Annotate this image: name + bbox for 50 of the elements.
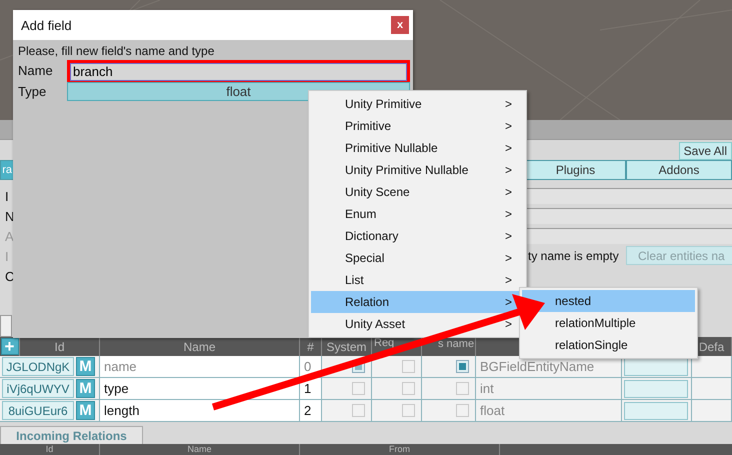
checkbox[interactable] xyxy=(456,404,469,417)
menu-item[interactable]: Unity Scene > xyxy=(311,181,524,203)
column-header: Name xyxy=(183,340,216,354)
tab[interactable]: Addons xyxy=(626,160,732,180)
table-cell: name xyxy=(100,356,300,378)
column-header: s name xyxy=(438,338,474,350)
prompt-text: Please, fill new field's name and type xyxy=(18,44,216,60)
column-header: From xyxy=(389,444,410,455)
table-cell: 2 xyxy=(300,400,322,422)
menu-item[interactable]: Dictionary > xyxy=(311,225,524,247)
menu-item[interactable]: Primitive > xyxy=(311,115,524,137)
field-label: Name xyxy=(18,63,54,78)
name-field[interactable]: branch xyxy=(70,62,407,80)
field-label: Type xyxy=(18,84,48,99)
checkbox[interactable] xyxy=(352,382,365,395)
table-cell: type xyxy=(100,378,300,400)
menu-item[interactable]: relationSingle xyxy=(522,334,695,356)
tab[interactable]: Plugins xyxy=(525,160,626,180)
column-header: Name xyxy=(187,444,212,455)
default-value-button[interactable] xyxy=(624,402,688,420)
window-title: Add field xyxy=(21,18,72,32)
checkbox[interactable] xyxy=(402,382,415,395)
menu-item[interactable]: Enum > xyxy=(311,203,524,225)
column-header: Id xyxy=(54,340,64,354)
menu-item[interactable]: Primitive Nullable > xyxy=(311,137,524,159)
field-label: C xyxy=(4,268,16,284)
id-button[interactable]: 8uiGUEur6 xyxy=(2,401,74,420)
save-all-button[interactable]: Save All xyxy=(678,142,732,160)
field-label: I xyxy=(4,188,10,204)
close-button[interactable]: x xyxy=(391,16,409,34)
column-header: Id xyxy=(46,444,54,455)
id-button[interactable]: iVj6qUWYV xyxy=(2,379,74,398)
field-label: A xyxy=(4,228,15,244)
menu-item[interactable]: nested xyxy=(522,290,695,312)
menu-item[interactable]: Unity Primitive Nullable > xyxy=(311,159,524,181)
table-cell: float xyxy=(476,400,622,422)
column-header: # xyxy=(307,340,314,354)
menu-item[interactable]: List > xyxy=(311,269,524,291)
default-value-button[interactable] xyxy=(624,380,688,398)
checkbox[interactable] xyxy=(456,382,469,395)
tab-edge xyxy=(0,315,12,337)
checkbox[interactable] xyxy=(352,404,365,417)
column-header: System xyxy=(326,340,366,354)
menu-item[interactable]: Special > xyxy=(311,247,524,269)
status-message: ty name is empty xyxy=(528,249,619,263)
table-cell: length xyxy=(100,400,300,422)
field-label: I xyxy=(4,248,10,264)
column-header: Req xyxy=(374,337,394,349)
checkbox[interactable] xyxy=(402,404,415,417)
column-header: Defa xyxy=(698,340,724,354)
